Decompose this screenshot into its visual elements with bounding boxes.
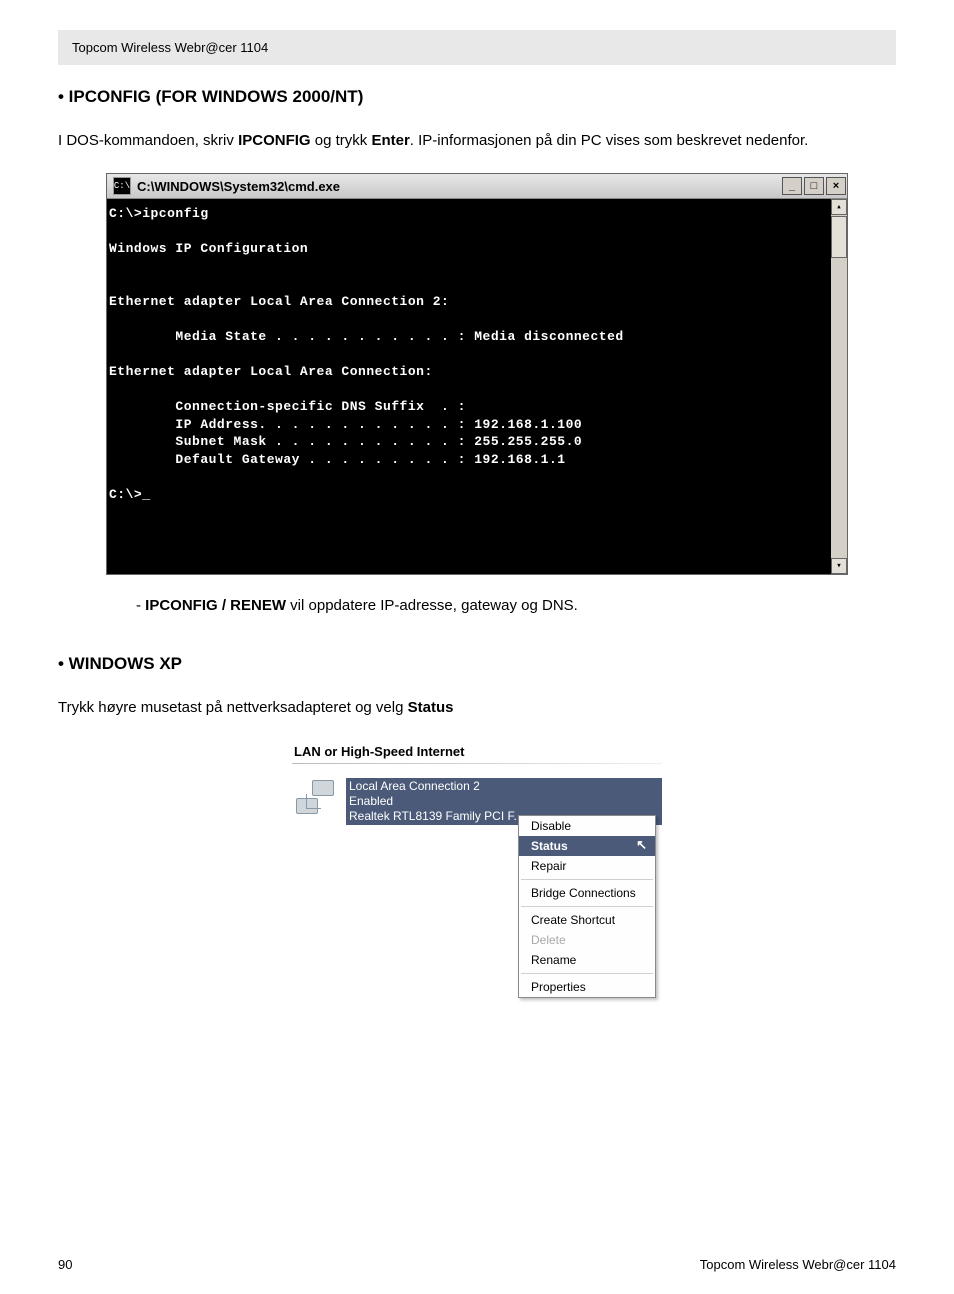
cmd-window: C:\ C:\WINDOWS\System32\cmd.exe _ □ × C:…	[106, 173, 848, 574]
scroll-down-button[interactable]: ▾	[831, 558, 847, 574]
network-connection-icon[interactable]	[292, 778, 336, 822]
cursor-icon: ↖	[636, 837, 647, 853]
section-heading-winxp: • WINDOWS XP	[58, 654, 896, 674]
intro-ipconfig-bold: IPCONFIG	[238, 132, 311, 149]
winxp-intro: Trykk høyre musetast på nettverksadapter…	[58, 698, 896, 718]
close-button[interactable]: ×	[826, 177, 846, 195]
intro-text: I DOS-kommandoen, skriv	[58, 132, 238, 149]
intro-text: . IP-informasjonen på din PC vises som b…	[410, 132, 809, 149]
intro-enter-bold: Enter	[371, 132, 409, 149]
renew-prefix: -	[136, 597, 145, 614]
cmd-system-icon[interactable]: C:\	[113, 177, 131, 195]
winxp-status-bold: Status	[408, 699, 454, 716]
minimize-button[interactable]: _	[782, 177, 802, 195]
lan-divider	[292, 763, 662, 764]
menu-item-delete: Delete	[519, 930, 655, 950]
intro-text: og trykk	[311, 132, 372, 149]
footer-product: Topcom Wireless Webr@cer 1104	[700, 1257, 896, 1272]
cmd-scrollbar[interactable]: ▴ ▾	[831, 199, 847, 573]
menu-separator	[521, 973, 653, 974]
page-number: 90	[58, 1257, 72, 1272]
conn-status: Enabled	[349, 794, 659, 809]
menu-item-repair[interactable]: Repair	[519, 856, 655, 876]
header-product: Topcom Wireless Webr@cer 1104	[72, 40, 268, 55]
menu-item-status-label: Status	[531, 839, 568, 853]
menu-separator	[521, 906, 653, 907]
renew-rest: vil oppdatere IP-adresse, gateway og DNS…	[286, 597, 578, 614]
menu-item-status[interactable]: Status ↖	[519, 836, 655, 856]
document-header: Topcom Wireless Webr@cer 1104	[58, 30, 896, 65]
menu-item-create-shortcut[interactable]: Create Shortcut	[519, 910, 655, 930]
context-menu: Disable Status ↖ Repair Bridge Connectio…	[518, 815, 656, 998]
winxp-intro-text: Trykk høyre musetast på nettverksadapter…	[58, 699, 408, 716]
menu-item-bridge[interactable]: Bridge Connections	[519, 883, 655, 903]
conn-name: Local Area Connection 2	[349, 779, 659, 794]
renew-bold: IPCONFIG / RENEW	[145, 597, 286, 614]
ipconfig-intro: I DOS-kommandoen, skriv IPCONFIG og tryk…	[58, 131, 896, 151]
page-footer: 90 Topcom Wireless Webr@cer 1104	[58, 1257, 896, 1272]
menu-item-properties[interactable]: Properties	[519, 977, 655, 997]
scroll-up-button[interactable]: ▴	[831, 199, 847, 215]
scroll-thumb[interactable]	[831, 216, 847, 258]
cmd-output: C:\>ipconfig Windows IP Configuration Et…	[107, 199, 831, 573]
cmd-titlebar[interactable]: C:\ C:\WINDOWS\System32\cmd.exe _ □ ×	[107, 174, 847, 199]
maximize-button[interactable]: □	[804, 177, 824, 195]
menu-separator	[521, 879, 653, 880]
lan-panel: LAN or High-Speed Internet Local Area Co…	[292, 740, 662, 998]
menu-item-disable[interactable]: Disable	[519, 816, 655, 836]
menu-item-rename[interactable]: Rename	[519, 950, 655, 970]
section-heading-ipconfig: • IPCONFIG (FOR WINDOWS 2000/NT)	[58, 87, 896, 107]
ipconfig-renew-note: - IPCONFIG / RENEW vil oppdatere IP-adre…	[136, 597, 896, 614]
lan-panel-header: LAN or High-Speed Internet	[292, 740, 662, 763]
cmd-window-title: C:\WINDOWS\System32\cmd.exe	[137, 179, 781, 194]
